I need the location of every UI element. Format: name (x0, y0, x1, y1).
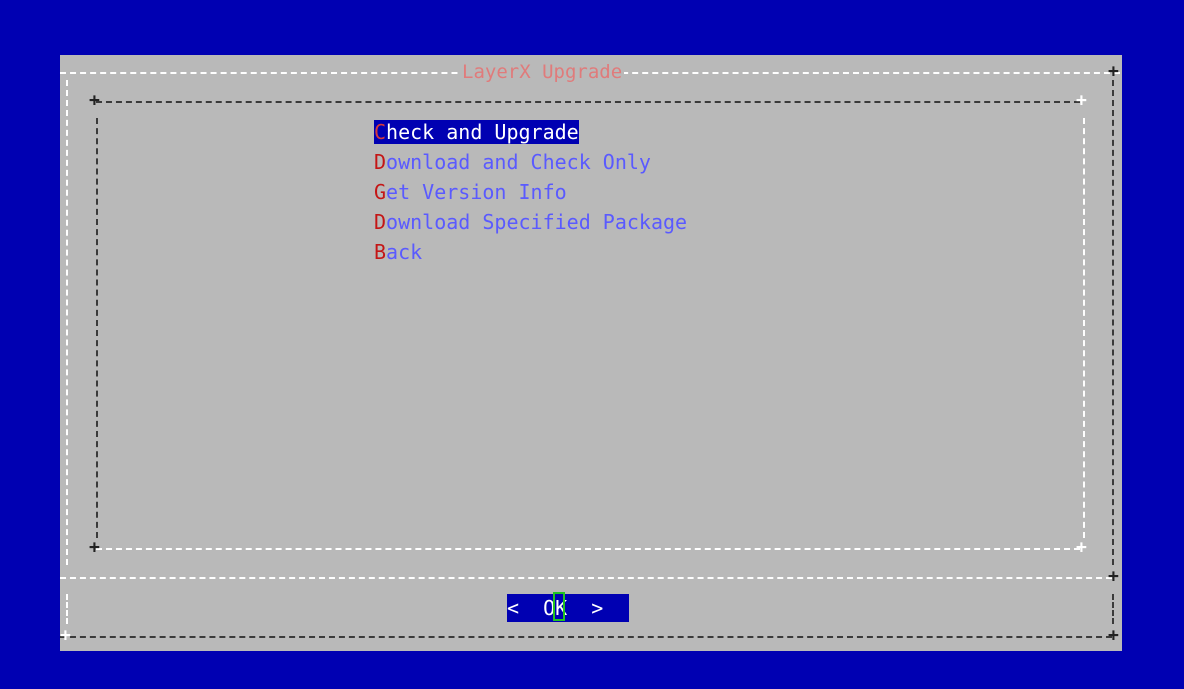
menu-item-hotkey: C (374, 120, 387, 144)
menu-item-label: ownload Specified Package (386, 210, 688, 234)
menu-item-label: et Version Info (386, 180, 567, 204)
menu-item-hotkey: G (374, 180, 387, 204)
frame-corner: + (1108, 625, 1119, 646)
menu-item-hotkey: D (374, 210, 387, 234)
frame-corner: + (1108, 61, 1119, 82)
menu-item-get-version-info[interactable]: Get Version Info (374, 177, 687, 207)
dialog-left-border (66, 80, 68, 565)
upgrade-menu: Check and Upgrade Download and Check Onl… (374, 117, 687, 267)
frame-corner: + (89, 90, 100, 111)
frame-corner: + (1076, 537, 1087, 558)
dialog-bottom-border (60, 636, 1112, 638)
menu-item-label: ack (386, 240, 423, 264)
button-area-right-border (1112, 594, 1114, 624)
button-area-separator (60, 577, 1112, 579)
menu-item-download-specified-package[interactable]: Download Specified Package (374, 207, 687, 237)
menu-box-left-border (96, 118, 98, 538)
menu-item-label: heck and Upgrade (386, 120, 579, 144)
menu-item-download-and-check-only[interactable]: Download and Check Only (374, 147, 687, 177)
frame-corner: + (1108, 566, 1119, 587)
ok-button[interactable]: < OK > (507, 594, 629, 622)
button-area-left-border (66, 594, 68, 624)
menu-item-check-and-upgrade[interactable]: Check and Upgrade (374, 117, 687, 147)
menu-item-hotkey: D (374, 150, 387, 174)
menu-box-bottom-border (96, 548, 1080, 550)
dialog-right-border (1112, 80, 1114, 565)
menu-item-label: ownload and Check Only (386, 150, 651, 174)
menu-item-back[interactable]: Back (374, 237, 687, 267)
menu-box-right-border (1083, 118, 1085, 538)
frame-corner: + (89, 537, 100, 558)
menu-item-hotkey: B (374, 240, 387, 264)
text-cursor (553, 592, 565, 621)
menu-box-top-border (96, 101, 1080, 103)
frame-corner: + (60, 625, 71, 646)
frame-corner: + (1076, 90, 1087, 111)
dialog-title: LayerX Upgrade (460, 61, 625, 83)
